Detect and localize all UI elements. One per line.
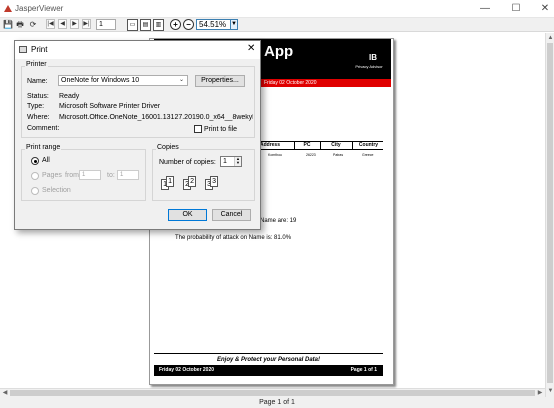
name-label: Name:	[27, 78, 48, 85]
footer-divider	[154, 353, 383, 354]
reload-icon[interactable]: ⟳	[28, 19, 38, 30]
column-divider	[320, 142, 321, 149]
number-of-copies-label: Number of copies:	[159, 159, 216, 166]
print-to-file-label: Print to file	[204, 126, 238, 133]
print-to-file-checkbox[interactable]	[194, 125, 202, 133]
window-titlebar: JasperViewer — ☐ ✕	[0, 0, 554, 18]
zoom-dropdown-icon[interactable]: ▼	[230, 19, 238, 30]
selection-label: Selection	[42, 187, 71, 194]
footer-date: Friday 02 October 2020	[159, 367, 215, 373]
from-input[interactable]: 1	[79, 170, 101, 180]
all-label: All	[42, 157, 50, 164]
where-label: Where:	[27, 114, 50, 121]
table-cell: Patras	[333, 153, 344, 157]
stepper-arrows-icon[interactable]: ▲ ▼	[234, 157, 241, 166]
column-header: City	[331, 142, 341, 148]
column-header: PC	[303, 142, 311, 148]
next-page-icon[interactable]: ▶	[70, 19, 79, 29]
page-number-input[interactable]: 1	[96, 19, 116, 30]
viewer-toolbar: 💾 🖶 ⟳ |◀ ◀ ▶ ▶| 1 ▭ ▤ ▥ + − 54.51% ▼	[0, 18, 554, 32]
last-page-icon[interactable]: ▶|	[82, 19, 91, 29]
report-title: App	[264, 43, 294, 60]
scroll-right-icon[interactable]: ▶	[536, 389, 544, 397]
status-value: Ready	[59, 93, 80, 100]
close-window-button[interactable]: ✕	[538, 2, 552, 16]
collate-page-icon: 3	[210, 176, 218, 187]
pages-radio[interactable]	[31, 172, 39, 180]
dialog-titlebar: Print ✕	[15, 41, 260, 59]
minimize-button[interactable]: —	[478, 2, 492, 16]
copies-label: Copies	[156, 144, 180, 151]
report-logo: IB	[369, 53, 377, 62]
column-divider	[294, 142, 295, 149]
print-range-label: Print range	[25, 144, 62, 151]
to-label: to:	[107, 172, 115, 179]
maximize-button[interactable]: ☐	[509, 2, 523, 16]
zoom-in-icon[interactable]: +	[170, 19, 181, 30]
save-icon[interactable]: 💾	[3, 19, 13, 30]
column-divider	[352, 142, 353, 149]
status-bar: Page 1 of 1	[0, 397, 554, 408]
ok-button[interactable]: OK	[168, 209, 207, 221]
report-text-line: The probability of attack on Name is: 81…	[175, 235, 292, 241]
footer-bar: Friday 02 October 2020 Page 1 of 1	[154, 365, 383, 376]
status-label: Status:	[27, 93, 49, 100]
vertical-scrollbar[interactable]: ▲ ▼	[545, 33, 554, 397]
fit-page-icon[interactable]: ▤	[140, 19, 151, 31]
dialog-title: Print	[31, 45, 48, 54]
footer-message: Enjoy & Protect your Personal Data!	[216, 357, 321, 363]
cancel-button[interactable]: Cancel	[212, 209, 251, 221]
actual-size-icon[interactable]: ▭	[127, 19, 138, 31]
horizontal-scrollbar[interactable]: ◀ ▶	[0, 388, 545, 397]
printer-name-value: OneNote for Windows 10	[61, 77, 140, 84]
scroll-down-icon[interactable]: ▼	[547, 387, 554, 395]
printer-name-select[interactable]: OneNote for Windows 10 ⌄	[58, 75, 188, 86]
column-header: Country	[358, 142, 379, 148]
copies-stepper[interactable]: 1 ▲ ▼	[220, 156, 242, 167]
report-tagline: Privacy Advisor	[355, 64, 383, 69]
first-page-icon[interactable]: |◀	[46, 19, 55, 29]
printer-icon	[19, 46, 27, 53]
previous-page-icon[interactable]: ◀	[58, 19, 67, 29]
table-cell: Komthou	[268, 153, 283, 157]
collate-page-icon: 2	[188, 176, 196, 187]
zoom-out-icon[interactable]: −	[183, 19, 194, 30]
report-date: Friday 02 October 2020	[264, 80, 317, 86]
all-radio[interactable]	[31, 157, 39, 165]
collate-page-icon: 1	[166, 176, 174, 187]
print-dialog: Print ✕ Printer Name: OneNote for Window…	[14, 40, 261, 230]
dialog-close-button[interactable]: ✕	[247, 44, 255, 54]
table-cell: Greece	[362, 153, 374, 157]
fit-width-icon[interactable]: ▥	[153, 19, 164, 31]
type-label: Type:	[27, 103, 45, 110]
type-value: Microsoft Software Printer Driver	[59, 103, 161, 110]
vertical-scroll-thumb[interactable]	[547, 43, 553, 383]
footer-page-number: Page 1 of 1	[350, 367, 377, 373]
copies-value: 1	[223, 158, 227, 165]
to-input[interactable]: 1	[117, 170, 139, 180]
java-app-icon	[4, 5, 12, 12]
print-icon[interactable]: 🖶	[15, 19, 25, 30]
scroll-left-icon[interactable]: ◀	[1, 389, 9, 397]
selection-radio[interactable]	[31, 187, 39, 195]
report-text-line: Name are: 19	[260, 218, 297, 224]
window-title: JasperViewer	[15, 4, 64, 13]
chevron-down-icon: ⌄	[178, 77, 184, 83]
horizontal-scroll-thumb[interactable]	[10, 390, 535, 396]
scroll-up-icon[interactable]: ▲	[547, 34, 554, 42]
printer-group-label: Printer	[25, 61, 48, 68]
where-value: Microsoft.Office.OneNote_16001.13127.201…	[59, 114, 253, 121]
properties-button[interactable]: Properties...	[195, 75, 245, 87]
comment-label: Comment:	[27, 125, 60, 132]
pages-label: Pages	[42, 172, 62, 179]
table-cell: 26223	[306, 153, 316, 157]
